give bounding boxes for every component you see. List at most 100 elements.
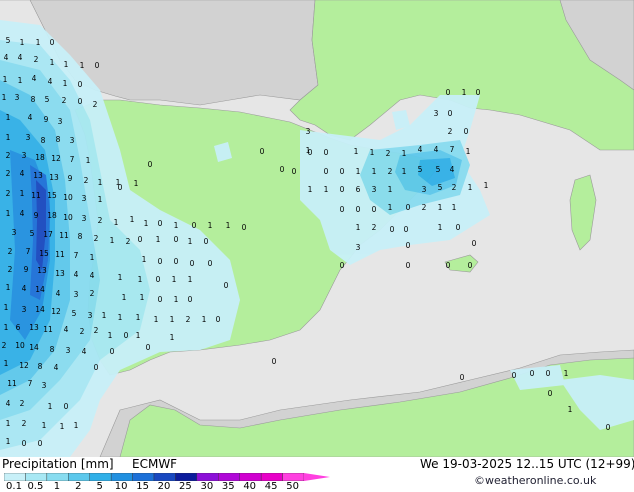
precip-value: 4 — [450, 165, 455, 174]
precip-value: 1 — [6, 209, 11, 218]
precip-value: 0 — [95, 61, 100, 70]
scale-arrow — [304, 473, 330, 481]
precip-value: 1 — [354, 147, 359, 156]
scale-bin — [153, 473, 176, 481]
scale-bin — [68, 473, 90, 481]
precip-value: 0 — [356, 205, 361, 214]
precip-value: 14 — [35, 285, 45, 294]
scale-bin — [132, 473, 155, 481]
precip-value: 1 — [74, 421, 79, 430]
scale-tick-label: 15 — [136, 481, 149, 492]
precip-value: 0 — [38, 439, 43, 448]
scale-tick-label: 0.1 — [6, 481, 22, 492]
precip-value: 2 — [20, 399, 25, 408]
precip-value: 0 — [158, 257, 163, 266]
precip-value: 1 — [118, 313, 123, 322]
scale-bin — [260, 473, 283, 481]
precip-value: 14 — [29, 343, 39, 352]
scale-bin — [89, 473, 112, 481]
precip-value: 13 — [55, 269, 65, 278]
scale-bin — [218, 473, 240, 481]
precip-value: 1 — [370, 148, 375, 157]
precip-value: 1 — [4, 303, 9, 312]
credit-link[interactable]: ©weatheronline.co.uk — [474, 474, 596, 487]
precip-value: 0 — [174, 235, 179, 244]
precip-value: 4 — [20, 169, 25, 178]
precip-value: 0 — [192, 221, 197, 230]
precip-value: 3 — [306, 127, 311, 136]
precip-value: 10 — [63, 193, 73, 202]
precip-value: 4 — [6, 399, 11, 408]
precip-value: 1 — [50, 58, 55, 67]
precip-value: 4 — [4, 53, 9, 62]
precip-value: 1 — [466, 147, 471, 156]
precip-value: 7 — [74, 251, 79, 260]
precip-value: 2 — [8, 265, 13, 274]
precip-value: 4 — [90, 271, 95, 280]
precip-value: 3 — [66, 346, 71, 355]
precip-value: 1 — [468, 183, 473, 192]
precip-value: 3 — [434, 109, 439, 118]
precip-value: 0 — [456, 223, 461, 232]
scale-tick-label: 2 — [75, 481, 82, 492]
precip-value: 8 — [41, 136, 46, 145]
precip-value: 1 — [356, 223, 361, 232]
precip-value: 0 — [22, 439, 27, 448]
precip-value: 4 — [64, 325, 69, 334]
precip-value: 5 — [6, 36, 11, 45]
precip-value: 0 — [188, 295, 193, 304]
precip-value: 1 — [114, 218, 119, 227]
precip-value: 2 — [22, 419, 27, 428]
precip-value: 2 — [62, 96, 67, 105]
precip-value: 4 — [28, 113, 33, 122]
precip-value: 1 — [568, 405, 573, 414]
precip-value: 0 — [216, 315, 221, 324]
precip-value: 1 — [372, 167, 377, 176]
precip-value: 1 — [118, 273, 123, 282]
precip-value: 1 — [156, 235, 161, 244]
precip-value: 1 — [174, 221, 179, 230]
precip-value: 2 — [372, 223, 377, 232]
precip-value: 11 — [59, 231, 69, 240]
precip-value: 11 — [7, 379, 17, 388]
precip-value: 1 — [130, 215, 135, 224]
precip-value: 2 — [94, 234, 99, 243]
precip-value: 1 — [438, 223, 443, 232]
precip-value: 0 — [146, 343, 151, 352]
precip-value: 18 — [47, 211, 57, 220]
scale-tick-label: 10 — [114, 481, 128, 492]
precip-value: 0 — [118, 183, 123, 192]
precip-value: 11 — [55, 250, 65, 259]
precip-value: 13 — [33, 171, 43, 180]
precip-value: 7 — [450, 145, 455, 154]
precip-value: 1 — [324, 185, 329, 194]
precip-value: 0 — [78, 97, 83, 106]
legend-bar: Precipitation [mm] ECMWF We 19-03-2025 1… — [0, 457, 634, 492]
scale-bin — [175, 473, 198, 481]
precip-value: 0 — [606, 423, 611, 432]
precip-value: 0 — [64, 402, 69, 411]
precip-value: 1 — [90, 253, 95, 262]
precip-value: 18 — [35, 153, 45, 162]
precip-value: 2 — [8, 247, 13, 256]
precip-value: 1 — [452, 203, 457, 212]
precip-value: 2 — [94, 326, 99, 335]
precip-value: 1 — [20, 189, 25, 198]
precip-value: 3 — [70, 136, 75, 145]
scale-tick-label: 25 — [179, 481, 192, 492]
precip-value: 13 — [37, 266, 47, 275]
precip-value: 2 — [448, 127, 453, 136]
precip-value: 2 — [6, 151, 11, 160]
precip-value: 9 — [34, 211, 39, 220]
precip-value: 13 — [29, 323, 39, 332]
precip-value: 0 — [94, 363, 99, 372]
precip-value: 0 — [148, 160, 153, 169]
precip-value: 1 — [388, 203, 393, 212]
precip-value: 1 — [6, 419, 11, 428]
precip-value: 0 — [324, 148, 329, 157]
precip-value: 1 — [102, 311, 107, 320]
precip-value: 6 — [16, 323, 21, 332]
precip-value: 2 — [452, 183, 457, 192]
precip-value: 5 — [72, 309, 77, 318]
precip-value: 1 — [42, 421, 47, 430]
